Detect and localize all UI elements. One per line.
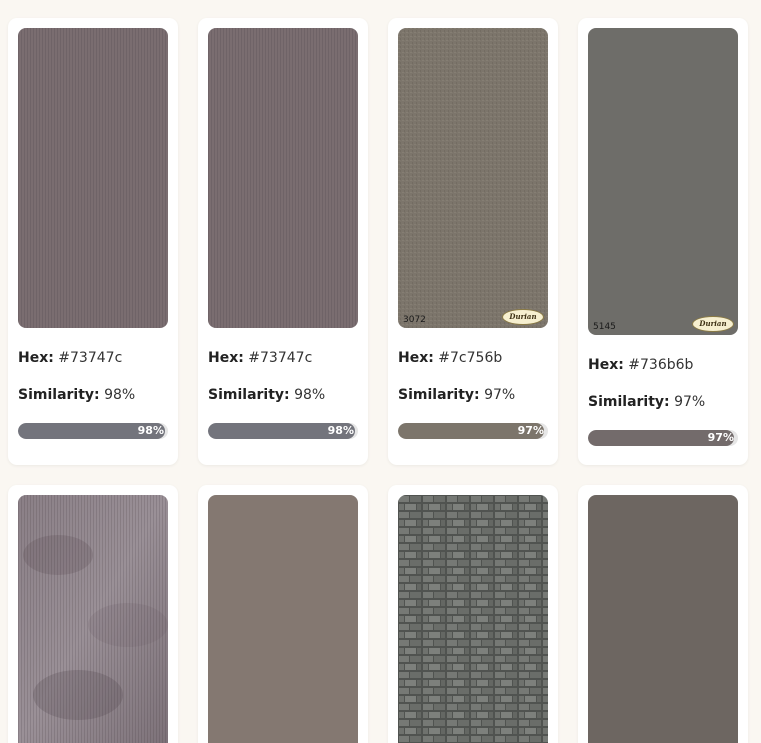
swatch-card[interactable] <box>388 485 558 743</box>
swatch-card[interactable] <box>198 485 368 743</box>
similarity-label: Similarity: <box>18 387 100 403</box>
hex-value: Hex: #73747c <box>208 350 312 366</box>
swatch-card[interactable]: 3072 Durian Hex: #7c756b Similarity: 97%… <box>388 18 558 465</box>
swatch-product-code: 5145 <box>593 322 616 332</box>
swatch-card[interactable]: 5145 Durian Hex: #736b6b Similarity: 97%… <box>578 18 748 465</box>
marble-texture <box>18 495 168 743</box>
similarity-percent: 98% <box>104 387 136 403</box>
similarity-percent: 98% <box>294 387 326 403</box>
hex-label: Hex: <box>18 350 54 366</box>
hex-code: #73747c <box>248 350 313 366</box>
swatch-card[interactable]: Hex: #73747c Similarity: 98% 98% <box>198 18 368 465</box>
similarity-bar-label: 97% <box>707 431 734 444</box>
similarity-bar: 97% <box>398 423 548 439</box>
hex-label: Hex: <box>588 357 624 373</box>
swatch-image[interactable] <box>208 495 358 743</box>
similarity-label: Similarity: <box>398 387 480 403</box>
swatch-card[interactable]: Hex: #73747c Similarity: 98% 98% <box>8 18 178 465</box>
hex-code: #736b6b <box>628 357 694 373</box>
swatch-card[interactable] <box>578 485 748 743</box>
swatch-card[interactable] <box>8 485 178 743</box>
similarity-value: Similarity: 97% <box>588 394 705 410</box>
similarity-bar-label: 98% <box>137 424 164 437</box>
similarity-bar: 98% <box>208 423 358 439</box>
hex-code: #73747c <box>58 350 123 366</box>
similarity-value: Similarity: 98% <box>18 387 135 403</box>
similarity-bar: 97% <box>588 430 738 446</box>
swatch-product-code: 3072 <box>403 315 426 325</box>
similarity-bar-label: 98% <box>327 424 354 437</box>
swatch-image[interactable]: 3072 Durian <box>398 28 548 328</box>
swatch-image[interactable] <box>18 495 168 743</box>
swatch-image[interactable] <box>588 495 738 743</box>
linen-texture <box>398 28 548 328</box>
similarity-value: Similarity: 97% <box>398 387 515 403</box>
pinstripe-texture <box>18 28 168 328</box>
hex-value: Hex: #736b6b <box>588 357 693 373</box>
similarity-bar: 98% <box>18 423 168 439</box>
swatch-image[interactable] <box>18 28 168 328</box>
similarity-bar-label: 97% <box>517 424 544 437</box>
hex-label: Hex: <box>398 350 434 366</box>
pinstripe-texture <box>208 28 358 328</box>
similarity-percent: 97% <box>484 387 516 403</box>
similarity-label: Similarity: <box>588 394 670 410</box>
hex-value: Hex: #73747c <box>18 350 122 366</box>
stone-brick-texture <box>398 495 548 743</box>
similarity-percent: 97% <box>674 394 706 410</box>
hex-value: Hex: #7c756b <box>398 350 502 366</box>
similarity-label: Similarity: <box>208 387 290 403</box>
swatch-image[interactable] <box>208 28 358 328</box>
similarity-value: Similarity: 98% <box>208 387 325 403</box>
hex-label: Hex: <box>208 350 244 366</box>
swatch-results-grid: Hex: #73747c Similarity: 98% 98% Hex: #7… <box>0 0 761 743</box>
swatch-image[interactable]: 5145 Durian <box>588 28 738 335</box>
hex-code: #7c756b <box>438 350 503 366</box>
durian-logo: Durian <box>502 309 544 325</box>
durian-logo: Durian <box>692 316 734 332</box>
swatch-image[interactable] <box>398 495 548 743</box>
